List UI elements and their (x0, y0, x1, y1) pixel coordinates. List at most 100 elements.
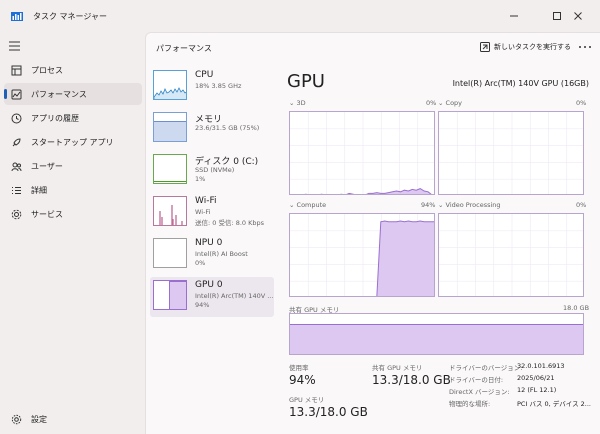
minimize-button[interactable] (492, 0, 536, 32)
usage-value: 94% (289, 373, 316, 387)
sidebar-item-performance[interactable]: パフォーマンス (4, 83, 142, 105)
hamburger-menu-icon[interactable] (9, 41, 21, 51)
device-sub: Wi-Fi (195, 208, 211, 216)
shared-memory-graph (289, 313, 584, 355)
sidebar-item-label: ユーザー (31, 162, 63, 171)
cpu-thumbnail (153, 70, 187, 100)
device-sub: 94% (195, 301, 210, 309)
close-button[interactable] (556, 0, 600, 32)
gpu-title: GPU (287, 71, 325, 92)
memory-thumbnail (153, 112, 187, 142)
device-title: NPU 0 (195, 238, 223, 248)
sidebar-item-label: サービス (31, 210, 63, 219)
info-key: DirectX バージョン: (449, 388, 510, 396)
gpu-thumbnail (153, 280, 187, 310)
npu-thumbnail (153, 238, 187, 268)
sidebar-item-startup-apps[interactable]: スタートアップ アプリ (4, 131, 142, 153)
device-sub: 送信: 0 受信: 8.0 Kbps (195, 219, 265, 227)
engine-name: Video Processing (445, 201, 501, 209)
chevron-down-icon: ⌄ (438, 201, 444, 209)
utilization-area (376, 221, 434, 296)
chevron-down-icon: ⌄ (289, 99, 295, 107)
chevron-down-icon: ⌄ (438, 99, 444, 107)
sidebar-item-label: 詳細 (31, 186, 47, 195)
device-card-npu[interactable]: NPU 0 Intel(R) AI Boost 0% (150, 235, 274, 275)
engine-select-copy[interactable]: ⌄ Copy (438, 99, 462, 107)
main-header: パフォーマンス 新しいタスクを実行する (146, 33, 600, 63)
device-sub: SSD (NVMe) (195, 166, 235, 174)
sidebar-item-label: アプリの履歴 (31, 114, 79, 123)
engine-select-compute[interactable]: ⌄ Compute (289, 201, 326, 209)
info-value: 2025/06/21 (517, 374, 555, 382)
engine-name: Compute (296, 201, 327, 209)
sidebar-item-label: プロセス (31, 66, 63, 75)
settings-label: 設定 (31, 415, 47, 424)
engine-graph-3d (289, 111, 435, 195)
wifi-thumbnail (153, 196, 187, 226)
chevron-down-icon: ⌄ (289, 201, 295, 209)
users-icon (10, 160, 22, 172)
task-manager-icon (11, 12, 23, 21)
device-sub: 23.6/31.5 GB (75%) (195, 124, 260, 132)
engine-name: 3D (296, 99, 306, 107)
engine-select-video-processing[interactable]: ⌄ Video Processing (438, 201, 501, 209)
sidebar-item-processes[interactable]: プロセス (4, 59, 142, 81)
app-history-icon (10, 112, 22, 124)
gpu-memory-value: 13.3/18.0 GB (289, 405, 368, 419)
engine-graph-copy (438, 111, 584, 195)
sidebar-item-services[interactable]: サービス (4, 203, 142, 225)
shared-memory-fill (290, 324, 583, 354)
services-icon (10, 208, 22, 220)
device-sub: 1% (195, 175, 206, 183)
device-card-disk[interactable]: ディスク 0 (C:) SSD (NVMe) 1% (150, 151, 274, 191)
gpu-model: Intel(R) Arc(TM) 140V GPU (16GB) (452, 79, 589, 88)
processes-icon (10, 64, 22, 76)
engine-percent: 0% (426, 99, 437, 107)
device-title: GPU 0 (195, 280, 223, 290)
main-panel: パフォーマンス 新しいタスクを実行する CPU 18% 3.85 GHz メモリ… (145, 32, 600, 434)
sidebar-item-app-history[interactable]: アプリの履歴 (4, 107, 142, 129)
disk-thumbnail (153, 154, 187, 184)
run-task-label: 新しいタスクを実行する (494, 43, 571, 51)
close-icon (574, 12, 582, 20)
device-card-wifi[interactable]: Wi-Fi Wi-Fi 送信: 0 受信: 8.0 Kbps (150, 193, 274, 233)
title-bar: タスク マネージャー (0, 0, 600, 32)
page-title: パフォーマンス (156, 44, 212, 53)
device-sub: Intel(R) AI Boost (195, 250, 248, 258)
sidebar-item-details[interactable]: 詳細 (4, 179, 142, 201)
device-title: Wi-Fi (195, 196, 217, 206)
engine-name: Copy (445, 99, 463, 107)
more-icon (579, 46, 591, 48)
engine-percent: 94% (421, 201, 436, 209)
sidebar-item-users[interactable]: ユーザー (4, 155, 142, 177)
info-value: PCI バス 0, デバイス 2... (517, 400, 591, 408)
gpu-memory-label: GPU メモリ (289, 396, 325, 404)
info-value: 12 (FL 12.1) (517, 386, 557, 394)
startup-apps-icon (10, 136, 22, 148)
settings-button[interactable]: 設定 (4, 408, 142, 430)
device-title: CPU (195, 70, 214, 80)
sidebar: プロセス パフォーマンス アプリの履歴 スタートアップ アプリ ユーザー 詳細 (0, 32, 145, 434)
device-sub: 0% (195, 259, 206, 267)
usage-label: 使用率 (289, 364, 309, 372)
gear-icon (10, 413, 22, 425)
device-card-memory[interactable]: メモリ 23.6/31.5 GB (75%) (150, 109, 274, 149)
info-value: 32.0.101.6913 (517, 362, 565, 370)
shared-stat-value: 13.3/18.0 GB (372, 373, 451, 387)
engine-select-3d[interactable]: ⌄ 3D (289, 99, 306, 107)
engine-percent: 0% (576, 201, 587, 209)
device-card-gpu[interactable]: GPU 0 Intel(R) Arc(TM) 140V ... 94% (150, 277, 274, 317)
shared-memory-max: 18.0 GB (563, 304, 590, 312)
minimize-icon (510, 15, 518, 17)
info-key: ドライバーの日付: (449, 376, 504, 384)
device-card-cpu[interactable]: CPU 18% 3.85 GHz (150, 67, 274, 107)
more-options-button[interactable] (578, 39, 592, 52)
run-task-icon (480, 42, 490, 52)
run-new-task-button[interactable]: 新しいタスクを実行する (480, 42, 571, 52)
window-title: タスク マネージャー (33, 12, 107, 21)
engine-percent: 0% (576, 99, 587, 107)
info-key: ドライバーのバージョン: (449, 364, 523, 372)
info-key: 物理的な場所: (449, 400, 491, 408)
sidebar-item-label: パフォーマンス (31, 90, 87, 99)
device-sub: Intel(R) Arc(TM) 140V ... (195, 292, 274, 300)
